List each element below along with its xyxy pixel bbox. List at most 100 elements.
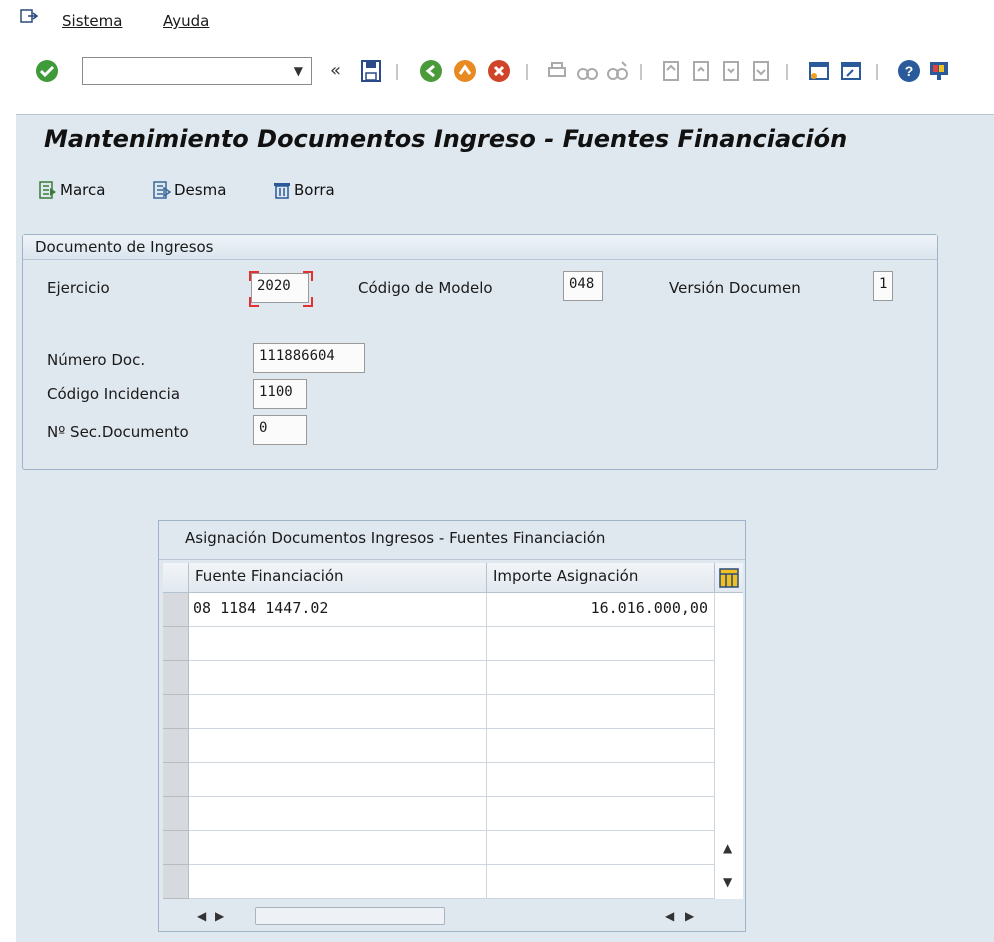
scroll-up-icon[interactable]: ▲ [723, 841, 732, 855]
toolbar-separator [526, 64, 528, 80]
command-field[interactable]: ▼ [82, 57, 312, 85]
version-documento-field[interactable]: 1 [873, 271, 893, 301]
cell-fuente-financiacion[interactable] [189, 865, 487, 899]
codigo-modelo-label: Código de Modelo [358, 279, 493, 297]
cell-fuente-financiacion[interactable] [189, 695, 487, 729]
cell-importe-asignacion[interactable] [487, 865, 715, 899]
customize-layout-icon[interactable] [926, 58, 952, 84]
cell-importe-asignacion[interactable] [487, 763, 715, 797]
asignacion-table: Asignación Documentos Ingresos - Fuentes… [158, 520, 746, 932]
help-icon[interactable]: ? [896, 58, 922, 84]
toolbar-separator [876, 64, 878, 80]
ejercicio-field[interactable]: 2020 [251, 273, 309, 303]
menu-sistema[interactable]: Sistema [62, 12, 122, 30]
cell-importe-asignacion[interactable] [487, 797, 715, 831]
row-selector[interactable] [163, 627, 189, 661]
ejercicio-label: Ejercicio [47, 279, 110, 297]
previous-page-icon[interactable] [688, 58, 714, 84]
codigo-incidencia-label: Código Incidencia [47, 385, 181, 403]
collapse-icon[interactable]: « [330, 60, 341, 81]
horizontal-scroll-thumb[interactable] [255, 907, 445, 925]
focus-marker [303, 297, 313, 307]
codigo-modelo-field[interactable]: 048 [563, 271, 603, 301]
group-title-bar: Documento de Ingresos [23, 235, 937, 260]
menu-exit-icon[interactable] [20, 8, 38, 24]
cell-fuente-financiacion[interactable] [189, 627, 487, 661]
column-header-importe[interactable]: Importe Asignación [487, 563, 715, 593]
scroll-right-icon[interactable]: ▶ [685, 909, 694, 923]
row-selector[interactable] [163, 831, 189, 865]
find-icon[interactable] [574, 58, 600, 84]
toolbar-separator [786, 64, 788, 80]
row-selector[interactable] [163, 661, 189, 695]
desma-label: Desma [174, 181, 227, 199]
cell-importe-asignacion[interactable] [487, 661, 715, 695]
application-toolbar: Marca Desma Borra [16, 168, 994, 214]
numero-secuencia-field[interactable]: 0 [253, 415, 307, 445]
trash-icon [274, 183, 290, 199]
select-all-icon [39, 181, 56, 199]
cell-fuente-financiacion[interactable] [189, 763, 487, 797]
table-title: Asignación Documentos Ingresos - Fuentes… [185, 529, 606, 547]
row-selector[interactable] [163, 593, 189, 627]
back-icon[interactable] [418, 58, 444, 84]
table-title-bar: Asignación Documentos Ingresos - Fuentes… [159, 521, 745, 560]
svg-text:?: ? [905, 63, 914, 79]
save-icon[interactable] [358, 58, 384, 84]
toolbar-separator [396, 64, 398, 80]
row-selector[interactable] [163, 865, 189, 899]
scroll-right-icon[interactable]: ▶ [215, 909, 224, 923]
first-page-icon[interactable] [658, 58, 684, 84]
select-all-rows-button[interactable] [163, 563, 189, 593]
row-selector[interactable] [163, 797, 189, 831]
menu-bar: Sistema Ayuda [0, 0, 994, 44]
cell-fuente-financiacion[interactable] [189, 661, 487, 695]
cell-fuente-financiacion[interactable]: 08 1184 1447.02 [189, 593, 487, 627]
scroll-left-icon[interactable]: ◀ [665, 909, 674, 923]
menu-ayuda[interactable]: Ayuda [163, 12, 209, 30]
page-title: Mantenimiento Documentos Ingreso - Fuent… [44, 125, 848, 153]
last-page-icon[interactable] [748, 58, 774, 84]
numero-doc-field[interactable]: 111886604 [253, 343, 365, 373]
table-header: Fuente Financiación Importe Asignación [163, 563, 743, 593]
shortcut-icon[interactable] [838, 58, 864, 84]
new-session-icon[interactable] [806, 58, 832, 84]
cancel-icon[interactable] [486, 58, 512, 84]
horizontal-scrollbar[interactable]: ◀ ▶ ◀ ▶ [189, 905, 715, 927]
version-documento-label: Versión Documen [669, 279, 801, 297]
numero-secuencia-label: Nº Sec.Documento [47, 423, 189, 441]
focus-marker [249, 297, 259, 307]
cell-importe-asignacion[interactable]: 16.016.000,00 [487, 593, 715, 627]
cell-fuente-financiacion[interactable] [189, 831, 487, 865]
next-page-icon[interactable] [718, 58, 744, 84]
row-selector[interactable] [163, 695, 189, 729]
table-body: 08 1184 1447.02 16.016.000,00 [163, 593, 715, 901]
row-selector[interactable] [163, 729, 189, 763]
borra-button[interactable]: Borra [272, 180, 335, 200]
cell-importe-asignacion[interactable] [487, 695, 715, 729]
cell-importe-asignacion[interactable] [487, 729, 715, 763]
toolbar-separator [640, 64, 642, 80]
chevron-down-icon[interactable]: ▼ [294, 64, 303, 78]
group-title: Documento de Ingresos [35, 238, 214, 256]
print-icon[interactable] [544, 58, 570, 84]
table-settings-button[interactable] [715, 563, 743, 593]
codigo-incidencia-field[interactable]: 1100 [253, 379, 307, 409]
column-header-fuente[interactable]: Fuente Financiación [189, 563, 487, 593]
scroll-left-icon[interactable]: ◀ [197, 909, 206, 923]
vertical-scrollbar[interactable]: ▲ ▼ [715, 593, 743, 899]
cell-importe-asignacion[interactable] [487, 831, 715, 865]
documento-ingresos-group: Documento de Ingresos Ejercicio 2020 Cód… [22, 234, 938, 470]
enter-check-icon[interactable] [34, 58, 60, 84]
cell-importe-asignacion[interactable] [487, 627, 715, 661]
scroll-down-icon[interactable]: ▼ [723, 875, 732, 889]
cell-fuente-financiacion[interactable] [189, 797, 487, 831]
title-bar: Mantenimiento Documentos Ingreso - Fuent… [16, 114, 994, 169]
desma-button[interactable]: Desma [152, 180, 226, 200]
exit-icon[interactable] [452, 58, 478, 84]
numero-doc-label: Número Doc. [47, 351, 146, 369]
find-next-icon[interactable] [604, 58, 630, 84]
marca-button[interactable]: Marca [38, 180, 105, 200]
row-selector[interactable] [163, 763, 189, 797]
cell-fuente-financiacion[interactable] [189, 729, 487, 763]
